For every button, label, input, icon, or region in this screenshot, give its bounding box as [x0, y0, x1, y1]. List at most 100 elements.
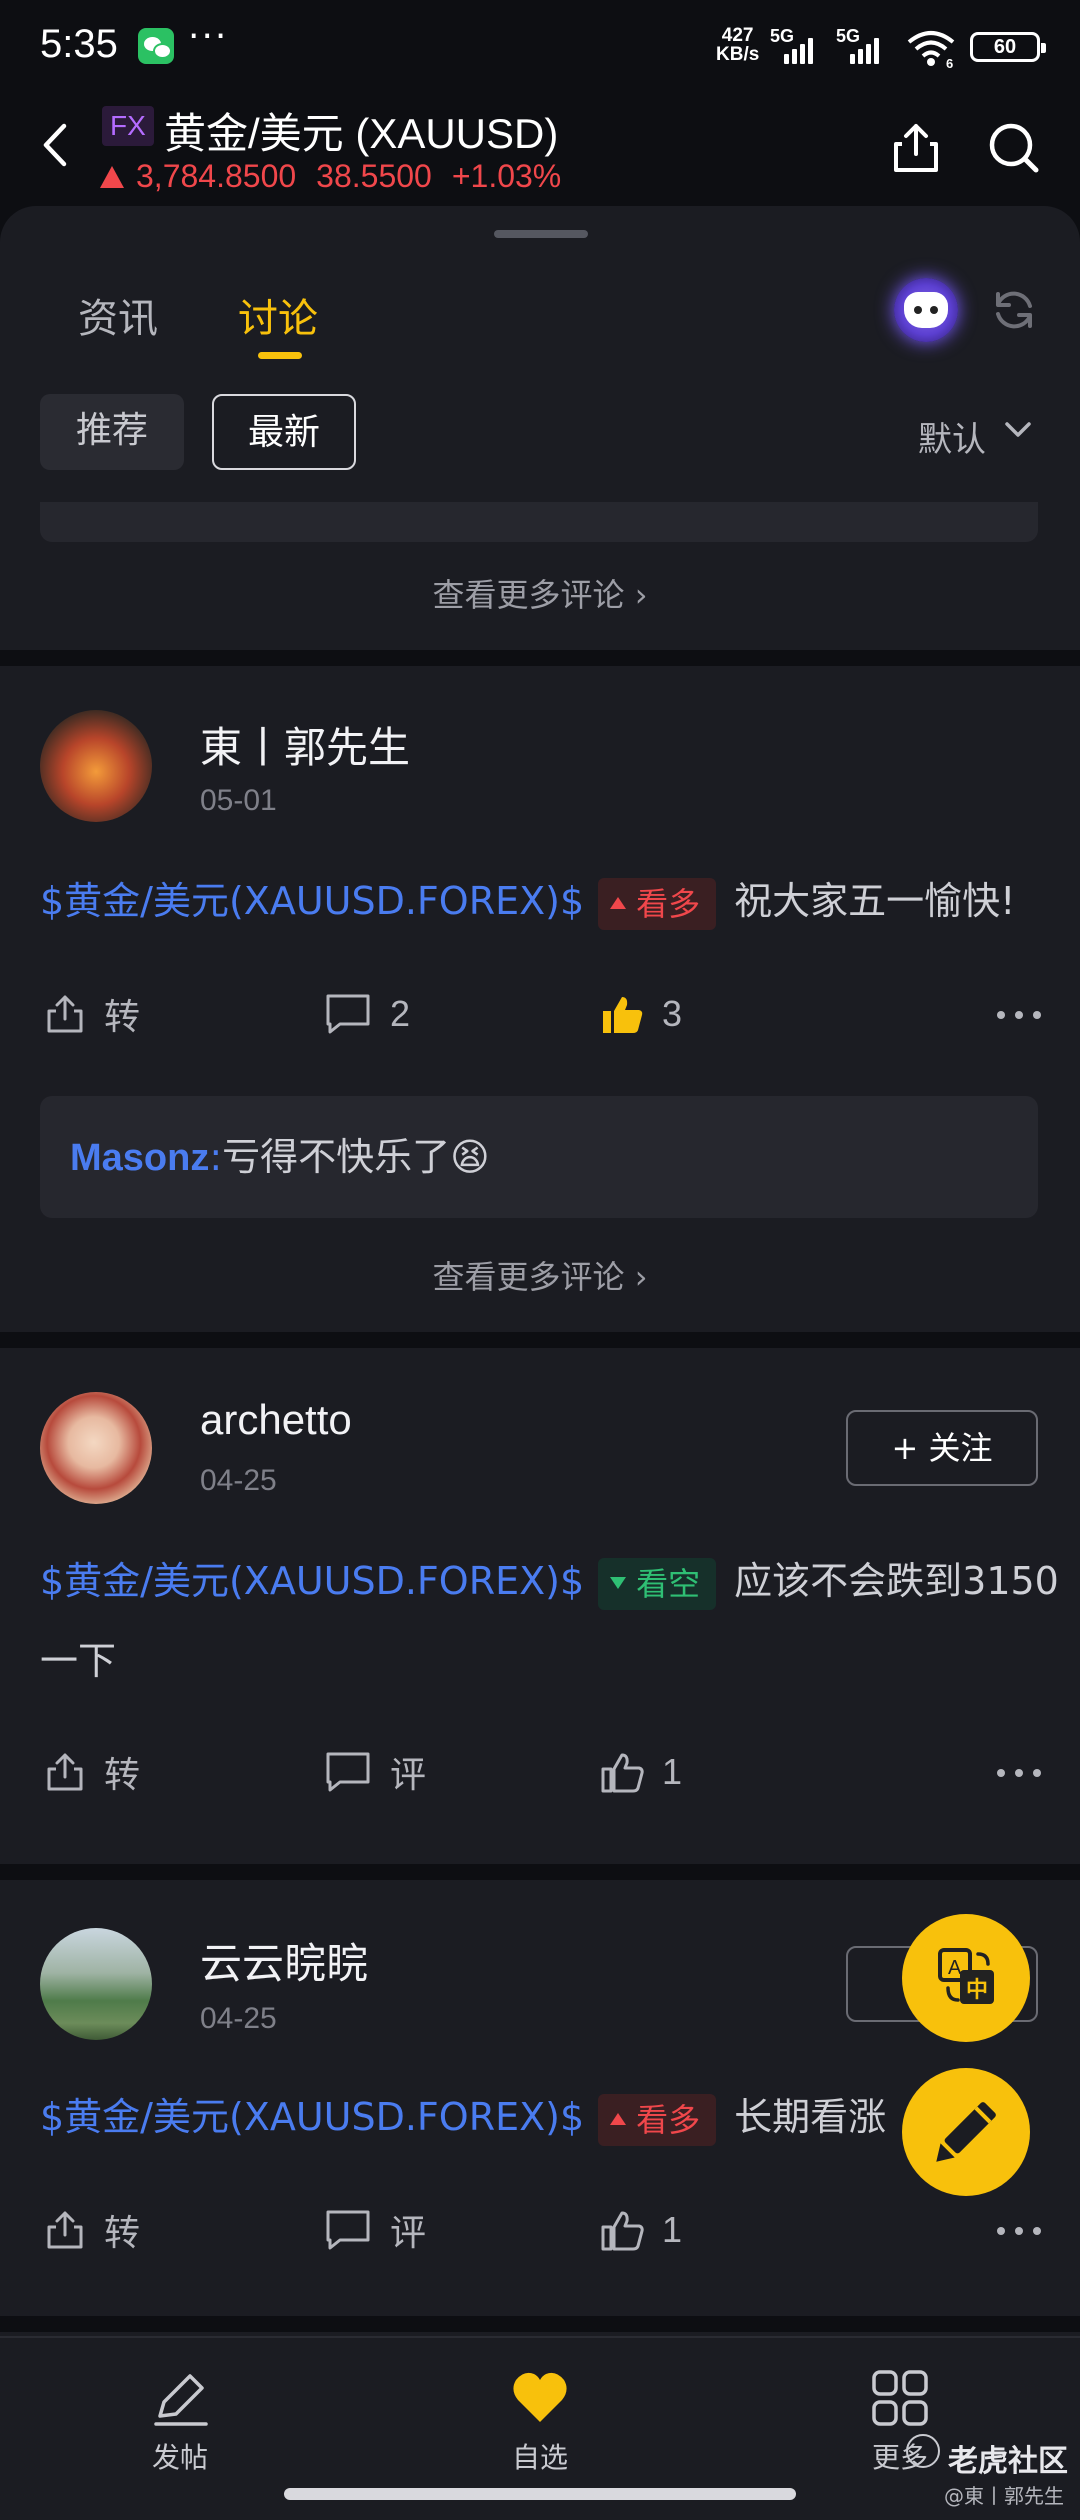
translate-icon: A 中 [938, 1948, 994, 2004]
repost-button[interactable]: 转 [44, 2200, 140, 2260]
share-icon [47, 995, 83, 1033]
more-options-icon[interactable] [996, 1768, 1042, 1778]
pencil-icon [936, 2102, 996, 2162]
reply-text: 亏得不快乐了😫 [222, 1135, 490, 1179]
post-content: $黄金/美元(XAUUSD.FOREX)$ 看空 应该不会跌到3150 [40, 1550, 1059, 1610]
sort-dropdown[interactable]: 默认 [918, 412, 986, 461]
refresh-icon[interactable] [990, 286, 1038, 334]
post-actions: 转 评 1 [0, 2200, 1080, 2260]
fx-badge: FX [102, 106, 154, 146]
page-title: 黄金/美元 (XAUUSD) [164, 110, 559, 157]
status-time: 5:35 [40, 22, 118, 66]
repost-button[interactable]: 转 [44, 984, 140, 1044]
svg-text:6: 6 [946, 56, 953, 68]
post-divider [0, 1332, 1080, 1348]
heart-icon [513, 2372, 567, 2422]
grid-icon [872, 2370, 928, 2426]
post-actions: 转 评 1 [0, 1742, 1080, 1802]
bullish-badge: 看多 [598, 877, 717, 930]
tiger-logo-icon [906, 2434, 940, 2468]
status-bar: 5:35 ··· 427 KB/s 5G 5G 6 60 [0, 0, 1080, 96]
watermark-brand: 老虎社区 [948, 2444, 1068, 2479]
comment-button[interactable]: 评 [324, 1742, 426, 1802]
repost-button[interactable]: 转 [44, 1742, 140, 1802]
back-icon[interactable] [36, 120, 76, 170]
nav-post[interactable]: 发帖 [100, 2368, 260, 2476]
post-date: 04-25 [200, 1464, 277, 1497]
drag-handle[interactable] [494, 230, 588, 238]
like-button[interactable]: 1 [600, 2200, 682, 2260]
share-icon [47, 1753, 83, 1791]
stock-tag-link[interactable]: $黄金/美元(XAUUSD.FOREX)$ [40, 879, 584, 923]
filter-latest[interactable]: 最新 [212, 394, 356, 470]
price-up-icon [100, 165, 124, 188]
post-content-continued: 一下 [40, 1639, 117, 1683]
signal-icon-2: 5G [836, 26, 884, 64]
down-triangle-icon [610, 1576, 627, 1589]
more-options-icon[interactable] [996, 2226, 1042, 2236]
comment-icon [326, 1752, 370, 1792]
pen-icon [154, 2374, 208, 2426]
stock-tag-link[interactable]: $黄金/美元(XAUUSD.FOREX)$ [40, 2095, 584, 2139]
price-change: 38.5500 [316, 158, 432, 194]
avatar[interactable] [40, 1928, 152, 2040]
stock-header: FX 黄金/美元 (XAUUSD) 3,784.8500 38.5500 +1.… [0, 96, 1080, 206]
filter-recommend[interactable]: 推荐 [40, 394, 184, 470]
post-actions: 转 2 3 [0, 984, 1080, 1044]
home-indicator[interactable] [284, 2488, 796, 2500]
more-options-icon[interactable] [996, 1010, 1042, 1020]
search-icon[interactable] [986, 120, 1042, 176]
follow-button[interactable]: + 关注 [846, 1410, 1038, 1486]
last-price: 3,784.8500 [136, 158, 297, 194]
post-divider [0, 650, 1080, 666]
bearish-badge: 看空 [598, 1557, 717, 1610]
post-username[interactable]: archetto [200, 1396, 352, 1444]
nav-watchlist[interactable]: 自选 [460, 2368, 620, 2476]
wechat-icon [138, 28, 174, 64]
comment-icon [326, 2210, 370, 2250]
like-button[interactable]: 1 [600, 1742, 682, 1802]
compose-post-button[interactable] [902, 2068, 1030, 2196]
post-content: $黄金/美元(XAUUSD.FOREX)$ 看多 长期看涨 [40, 2086, 886, 2146]
comment-button[interactable]: 评 [324, 2200, 426, 2260]
tab-discussion[interactable]: 讨论 [238, 286, 318, 344]
thumbs-up-icon [601, 2211, 644, 2251]
post-username[interactable]: 東丨郭先生 [200, 714, 410, 775]
share-icon[interactable] [888, 120, 944, 176]
post-date: 04-25 [200, 2002, 277, 2035]
avatar[interactable] [40, 710, 152, 822]
wifi-icon: 6 [907, 31, 955, 68]
network-speed: 427 KB/s [716, 25, 760, 65]
post-username[interactable]: 云云睆睆 [200, 1930, 368, 1991]
chevron-down-icon[interactable] [1004, 416, 1032, 444]
comment-icon [326, 994, 370, 1034]
reply-preview[interactable]: Masonz:亏得不快乐了😫 [40, 1096, 1038, 1218]
price-change-pct: +1.03% [451, 158, 562, 194]
battery-icon: 60 [970, 32, 1046, 62]
post-divider [0, 1864, 1080, 1880]
reply-username[interactable]: Masonz [70, 1137, 209, 1179]
bullish-badge: 看多 [598, 2093, 717, 2146]
previous-reply-box [40, 502, 1038, 542]
post-content: $黄金/美元(XAUUSD.FOREX)$ 看多 祝大家五一愉快! [40, 870, 1015, 930]
tab-news[interactable]: 资讯 [78, 286, 158, 344]
up-triangle-icon [610, 896, 627, 909]
post-divider [0, 2316, 1080, 2332]
svg-text:A: A [948, 1957, 962, 1979]
stock-tag-link[interactable]: $黄金/美元(XAUUSD.FOREX)$ [40, 1559, 584, 1603]
avatar[interactable] [40, 1392, 152, 1504]
see-more-comments-link[interactable]: 查看更多评论 › [0, 1252, 1080, 1298]
translate-button[interactable]: A 中 [902, 1914, 1030, 2042]
like-button[interactable]: 3 [600, 984, 682, 1044]
more-notifications-icon: ··· [188, 16, 229, 57]
signal-icon: 5G [770, 26, 818, 64]
price-row: 3,784.8500 38.5500 +1.03% [100, 158, 561, 195]
tab-active-indicator [258, 352, 302, 359]
see-more-comments-link[interactable]: 查看更多评论 › [0, 570, 1080, 616]
share-icon [47, 2211, 83, 2249]
thumbs-up-icon [601, 1753, 644, 1793]
up-triangle-icon [610, 2112, 627, 2125]
comment-button[interactable]: 2 [324, 984, 410, 1044]
svg-text:中: 中 [966, 1978, 988, 2003]
tiger-mascot-icon[interactable] [894, 278, 958, 342]
